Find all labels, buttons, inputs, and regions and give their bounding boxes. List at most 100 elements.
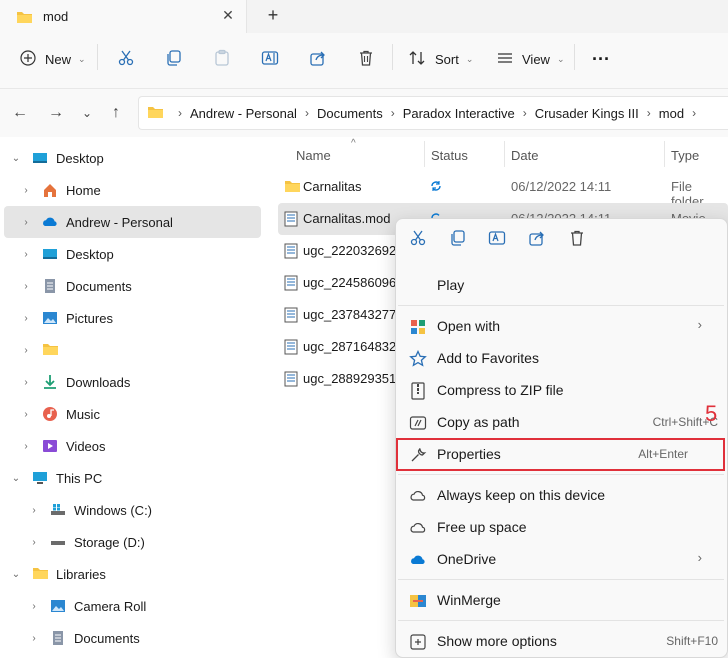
file-row[interactable]: Carnalitas 06/12/2022 14:11 File folder: [278, 171, 728, 209]
column-header-type[interactable]: Type: [671, 148, 699, 163]
column-header-name[interactable]: Name: [296, 148, 331, 163]
drive-icon: [50, 502, 66, 518]
nav-item-windows-c[interactable]: › Windows (C:): [28, 494, 152, 526]
nav-item-desktop[interactable]: › Desktop: [20, 238, 113, 270]
delete-quick-action[interactable]: [562, 224, 592, 254]
menu-item-free-up-space[interactable]: Free up space: [396, 511, 722, 543]
paste-button[interactable]: [213, 33, 231, 85]
chevron-down-icon[interactable]: ⌄: [10, 473, 22, 484]
menu-item-add-favorites[interactable]: Add to Favorites: [396, 342, 722, 374]
library-folder-icon: [32, 566, 48, 582]
address-bar[interactable]: › Andrew - Personal › Documents › Parado…: [138, 96, 728, 130]
chevron-right-icon[interactable]: ›: [28, 633, 40, 644]
chevron-right-icon[interactable]: ›: [20, 313, 32, 324]
nav-item-home[interactable]: › Home: [20, 174, 101, 206]
cut-quick-action[interactable]: [403, 224, 433, 254]
nav-item-storage-d[interactable]: › Storage (D:): [28, 526, 145, 558]
breadcrumb-mod[interactable]: mod: [659, 106, 684, 121]
chevron-down-icon[interactable]: ⌄: [10, 569, 22, 580]
chevron-right-icon[interactable]: ›: [20, 249, 32, 260]
nav-item-andrew-personal[interactable]: › Andrew - Personal: [20, 206, 173, 238]
nav-item-desktop-root[interactable]: ⌄ Desktop: [10, 142, 104, 174]
menu-item-show-more-options[interactable]: Show more options Shift+F10: [396, 625, 722, 657]
nav-item-folder[interactable]: ›: [20, 334, 66, 366]
menu-item-onedrive[interactable]: OneDrive ›: [396, 543, 722, 575]
new-tab-button[interactable]: +: [263, 5, 283, 25]
menu-item-copy-as-path[interactable]: Copy as path Ctrl+Shift+C: [396, 406, 722, 438]
breadcrumb-andrew-personal[interactable]: Andrew - Personal: [190, 106, 297, 121]
picture-icon: [42, 310, 58, 326]
more-options-icon: [409, 633, 427, 651]
nav-label: Videos: [66, 438, 106, 454]
cut-button[interactable]: [117, 33, 135, 85]
breadcrumb-documents[interactable]: Documents: [317, 106, 383, 121]
copy-button[interactable]: [165, 33, 183, 85]
chevron-right-icon[interactable]: ›: [20, 185, 32, 196]
nav-item-camera-roll[interactable]: › Camera Roll: [28, 590, 146, 622]
rename-quick-action[interactable]: [482, 224, 512, 254]
chevron-right-icon[interactable]: ›: [28, 505, 40, 516]
clipboard-icon: [213, 49, 231, 70]
cloud-icon: [409, 519, 427, 537]
delete-button[interactable]: [357, 33, 375, 85]
trash-icon: [568, 229, 586, 250]
column-header-status[interactable]: Status: [431, 148, 468, 163]
share-quick-action[interactable]: [522, 224, 552, 254]
rename-button[interactable]: [261, 33, 279, 85]
menu-item-play[interactable]: Play: [396, 269, 722, 301]
nav-label: Storage (D:): [74, 534, 145, 550]
column-header-date[interactable]: Date: [511, 148, 538, 163]
document-icon: [42, 278, 58, 294]
menu-item-compress-zip[interactable]: Compress to ZIP file: [396, 374, 722, 406]
menu-item-open-with[interactable]: Open with ›: [396, 310, 722, 342]
menu-item-always-keep[interactable]: Always keep on this device: [396, 479, 722, 511]
nav-item-pictures[interactable]: › Pictures: [20, 302, 113, 334]
nav-label: Andrew - Personal: [66, 214, 173, 230]
tab-mod[interactable]: mod ✕: [0, 0, 247, 33]
divider: [97, 44, 98, 70]
up-arrow-icon[interactable]: ↑: [106, 103, 126, 123]
chevron-right-icon[interactable]: ›: [20, 217, 32, 228]
nav-item-library-documents[interactable]: › Documents: [28, 622, 139, 654]
sort-button[interactable]: Sort ⌄: [408, 33, 473, 85]
view-button[interactable]: View ⌄: [496, 33, 565, 85]
file-name: Carnalitas: [303, 179, 362, 194]
more-button[interactable]: ···: [592, 33, 610, 85]
chevron-right-icon[interactable]: ›: [28, 537, 40, 548]
zip-icon: [409, 382, 427, 400]
chevron-right-icon[interactable]: ›: [20, 281, 32, 292]
close-tab-icon[interactable]: ✕: [219, 6, 237, 24]
back-arrow-icon[interactable]: ←: [10, 103, 30, 123]
nav-item-documents[interactable]: › Documents: [20, 270, 131, 302]
nav-label: This PC: [56, 470, 103, 486]
nav-item-this-pc[interactable]: ⌄ This PC: [10, 462, 102, 494]
share-button[interactable]: [309, 33, 327, 85]
chevron-right-icon[interactable]: ›: [20, 441, 32, 452]
breadcrumb-separator: ›: [522, 106, 527, 120]
nav-item-music[interactable]: › Music: [20, 398, 100, 430]
chevron-right-icon[interactable]: ›: [20, 345, 32, 356]
breadcrumb-paradox-interactive[interactable]: Paradox Interactive: [403, 106, 515, 121]
nav-label: Downloads: [66, 374, 131, 390]
menu-item-label: WinMerge: [437, 592, 501, 608]
nav-item-videos[interactable]: › Videos: [20, 430, 106, 462]
nav-label: Home: [66, 182, 101, 198]
chevron-right-icon[interactable]: ›: [20, 377, 32, 388]
divider: [398, 474, 724, 475]
new-button[interactable]: New ⌄: [20, 33, 86, 85]
nav-item-downloads[interactable]: › Downloads: [20, 366, 130, 398]
chevron-down-icon[interactable]: ⌄: [10, 153, 22, 164]
chevron-right-icon[interactable]: ›: [28, 601, 40, 612]
recent-chevron-icon[interactable]: ⌄: [77, 103, 97, 123]
forward-arrow-icon[interactable]: →: [46, 103, 66, 123]
chevron-down-icon: ⌄: [556, 53, 565, 64]
menu-item-winmerge[interactable]: WinMerge: [396, 584, 722, 616]
movie-file-icon: [284, 275, 298, 294]
copy-quick-action[interactable]: [443, 224, 473, 254]
breadcrumb-crusader-kings-iii[interactable]: Crusader Kings III: [535, 106, 639, 121]
chevron-right-icon[interactable]: ›: [20, 409, 32, 420]
nav-item-libraries[interactable]: ⌄ Libraries: [10, 558, 106, 590]
open-with-icon: [409, 318, 427, 336]
desktop-icon: [42, 246, 58, 262]
home-icon: [42, 182, 58, 198]
